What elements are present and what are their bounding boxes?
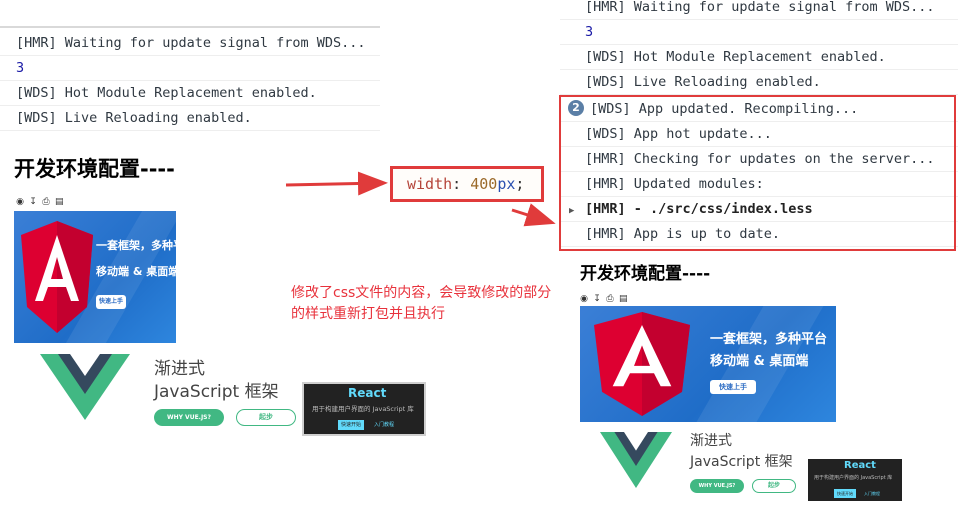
eye-icon[interactable]: ◉ bbox=[580, 295, 588, 304]
arrow-to-console bbox=[511, 203, 556, 227]
console-log-row: [WDS] Hot Module Replacement enabled. bbox=[560, 45, 958, 70]
console-log-row: [HMR] Waiting for update signal from WDS… bbox=[560, 0, 958, 20]
vue-title-line1: 渐进式 bbox=[690, 433, 732, 449]
vue-why-button[interactable]: WHY VUE.JS? bbox=[690, 479, 744, 493]
vue-logo-icon bbox=[600, 432, 672, 488]
vue-title-line2: JavaScript 框架 bbox=[690, 454, 793, 470]
print-icon[interactable]: ⎙ bbox=[606, 295, 614, 304]
console-log-row-grouped: 2 [WDS] App updated. Recompiling... bbox=[560, 97, 958, 122]
console-log-row: [WDS] App hot update... bbox=[560, 122, 958, 147]
banner-line1: 一套框架，多种平台 bbox=[710, 332, 828, 347]
page-heading: 开发环境配置---- bbox=[580, 264, 711, 284]
download-icon[interactable]: ↧ bbox=[593, 295, 601, 304]
arrow-to-code bbox=[285, 171, 388, 196]
image-toolbar: ◉ ↧ ⎙ ▤ bbox=[580, 295, 628, 304]
css-number: 400 bbox=[470, 175, 498, 193]
react-banner: React 用于构建用户界面的 JavaScript 库 快速开始 入门教程 bbox=[806, 457, 904, 503]
console-log-row: [HMR] Updated modules: bbox=[560, 172, 958, 197]
react-start-button[interactable]: 快速开始 bbox=[834, 489, 856, 498]
react-title: React bbox=[844, 460, 876, 471]
console-log-row: [HMR] App is up to date. bbox=[560, 222, 958, 247]
banner-line2: 移动端 & 桌面端 bbox=[710, 354, 809, 369]
angular-banner: 一套框架，多种平台 移动端 & 桌面端 快速上手 bbox=[580, 306, 836, 422]
expand-triangle-icon[interactable]: ▶ bbox=[569, 199, 585, 224]
angular-logo-icon bbox=[594, 312, 690, 416]
save-icon[interactable]: ▤ bbox=[619, 295, 628, 304]
console-log-row: [WDS] Live Reloading enabled. bbox=[560, 70, 958, 95]
annotation-note: 修改了css文件的内容，会导致修改的部分的样式重新打包并且执行 bbox=[291, 285, 552, 322]
banner-start-button[interactable]: 快速上手 bbox=[710, 380, 756, 394]
css-semicolon: ; bbox=[515, 175, 525, 193]
css-colon: : bbox=[452, 175, 471, 193]
console-log-row: 3 bbox=[560, 20, 958, 45]
css-unit: px bbox=[497, 175, 516, 193]
console-log-row-expandable[interactable]: ▶ [HMR] - ./src/css/index.less bbox=[560, 197, 958, 222]
right-console: [HMR] Waiting for update signal from WDS… bbox=[560, 0, 958, 247]
repeat-count-badge: 2 bbox=[568, 100, 584, 116]
react-tutorial-link[interactable]: 入门教程 bbox=[864, 489, 880, 498]
console-log-text: [WDS] App updated. Recompiling... bbox=[590, 101, 859, 117]
css-property: width bbox=[407, 175, 453, 193]
css-code-snippet: width: 400px; bbox=[390, 166, 544, 202]
vue-start-button[interactable]: 起步 bbox=[752, 479, 796, 493]
console-log-row: [HMR] Checking for updates on the server… bbox=[560, 147, 958, 172]
console-log-text: [HMR] - ./src/css/index.less bbox=[585, 201, 813, 217]
react-subtitle: 用于构建用户界面的 JavaScript 库 bbox=[814, 475, 893, 481]
